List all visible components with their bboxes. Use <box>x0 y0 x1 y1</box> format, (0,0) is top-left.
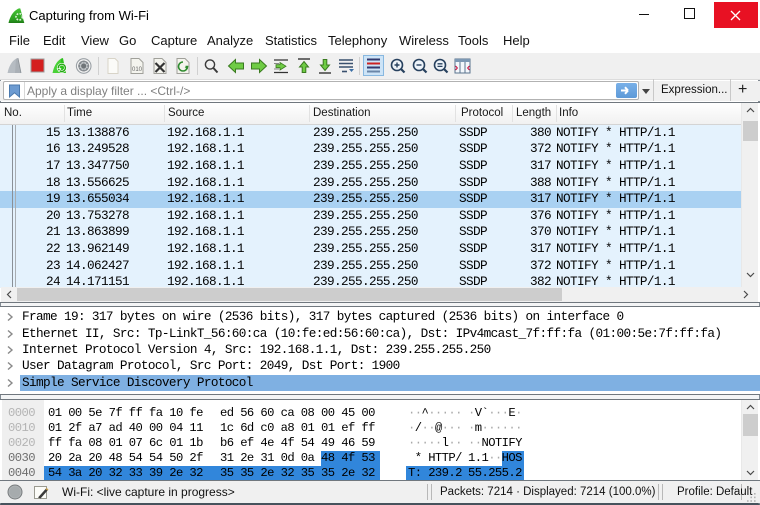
svg-text:010: 010 <box>132 67 143 73</box>
